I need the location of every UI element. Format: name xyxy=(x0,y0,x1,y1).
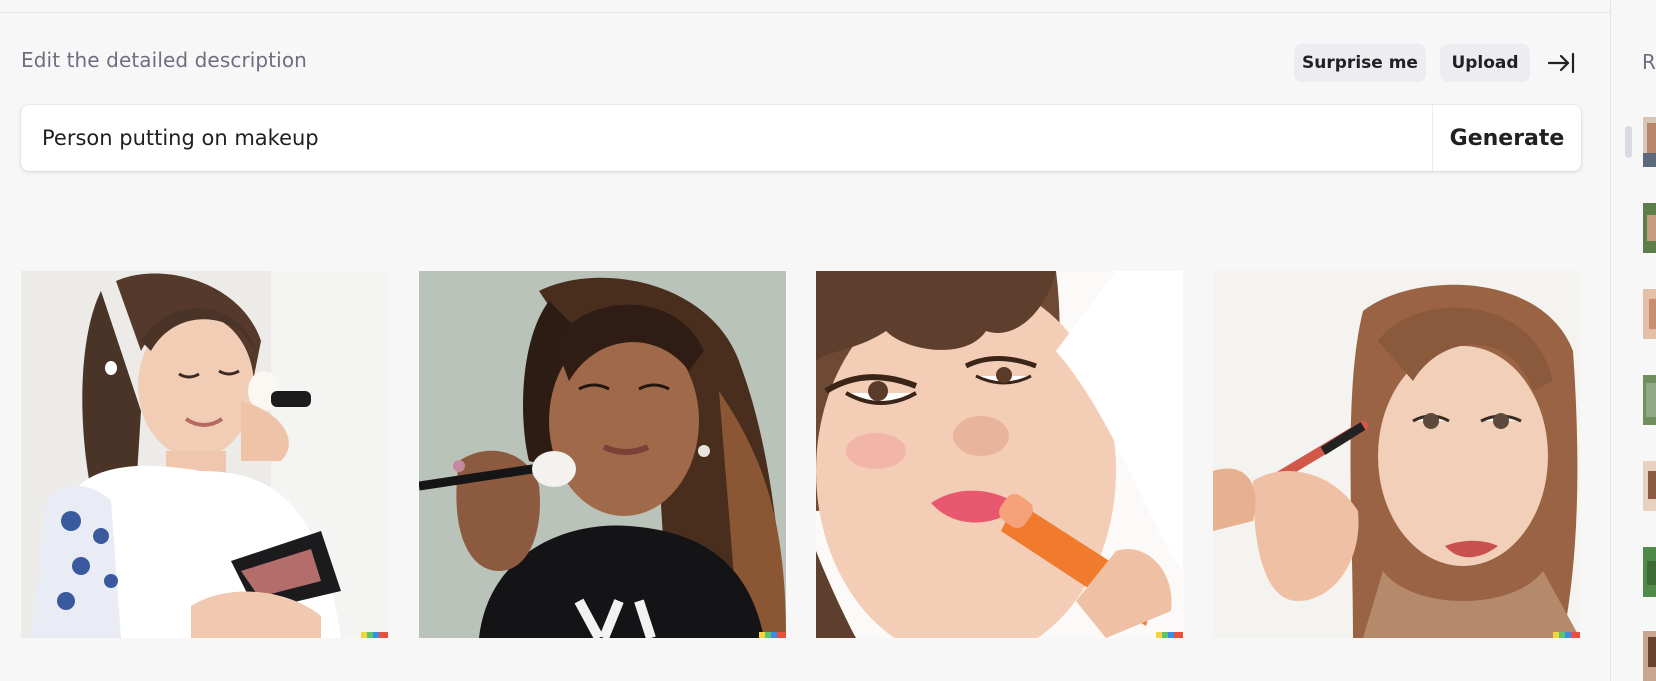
result-image-3[interactable] xyxy=(816,271,1183,638)
history-sidebar: R xyxy=(1610,0,1656,681)
history-thumbnail[interactable] xyxy=(1643,631,1656,681)
collapse-sidebar-icon[interactable] xyxy=(1546,50,1576,76)
upload-button[interactable]: Upload xyxy=(1440,44,1530,82)
surprise-me-button[interactable]: Surprise me xyxy=(1294,44,1426,82)
history-thumbnail[interactable] xyxy=(1643,289,1656,339)
sidebar-heading: R xyxy=(1642,50,1656,74)
sidebar-scrollbar[interactable] xyxy=(1625,126,1632,158)
history-thumbnail[interactable] xyxy=(1643,547,1656,597)
description-label: Edit the detailed description xyxy=(21,48,307,72)
history-thumbnail[interactable] xyxy=(1643,117,1656,167)
result-image-1[interactable] xyxy=(21,271,388,638)
history-thumbnail[interactable] xyxy=(1643,461,1656,511)
result-image-2[interactable] xyxy=(419,271,786,638)
prompt-input[interactable] xyxy=(21,105,1432,171)
main-panel: Edit the detailed description Surprise m… xyxy=(0,0,1610,681)
result-image-4[interactable] xyxy=(1213,271,1580,638)
prompt-box: Generate xyxy=(21,105,1581,171)
history-thumbnail[interactable] xyxy=(1643,203,1656,253)
generate-button[interactable]: Generate xyxy=(1433,105,1581,171)
history-thumbnail[interactable] xyxy=(1643,375,1656,425)
